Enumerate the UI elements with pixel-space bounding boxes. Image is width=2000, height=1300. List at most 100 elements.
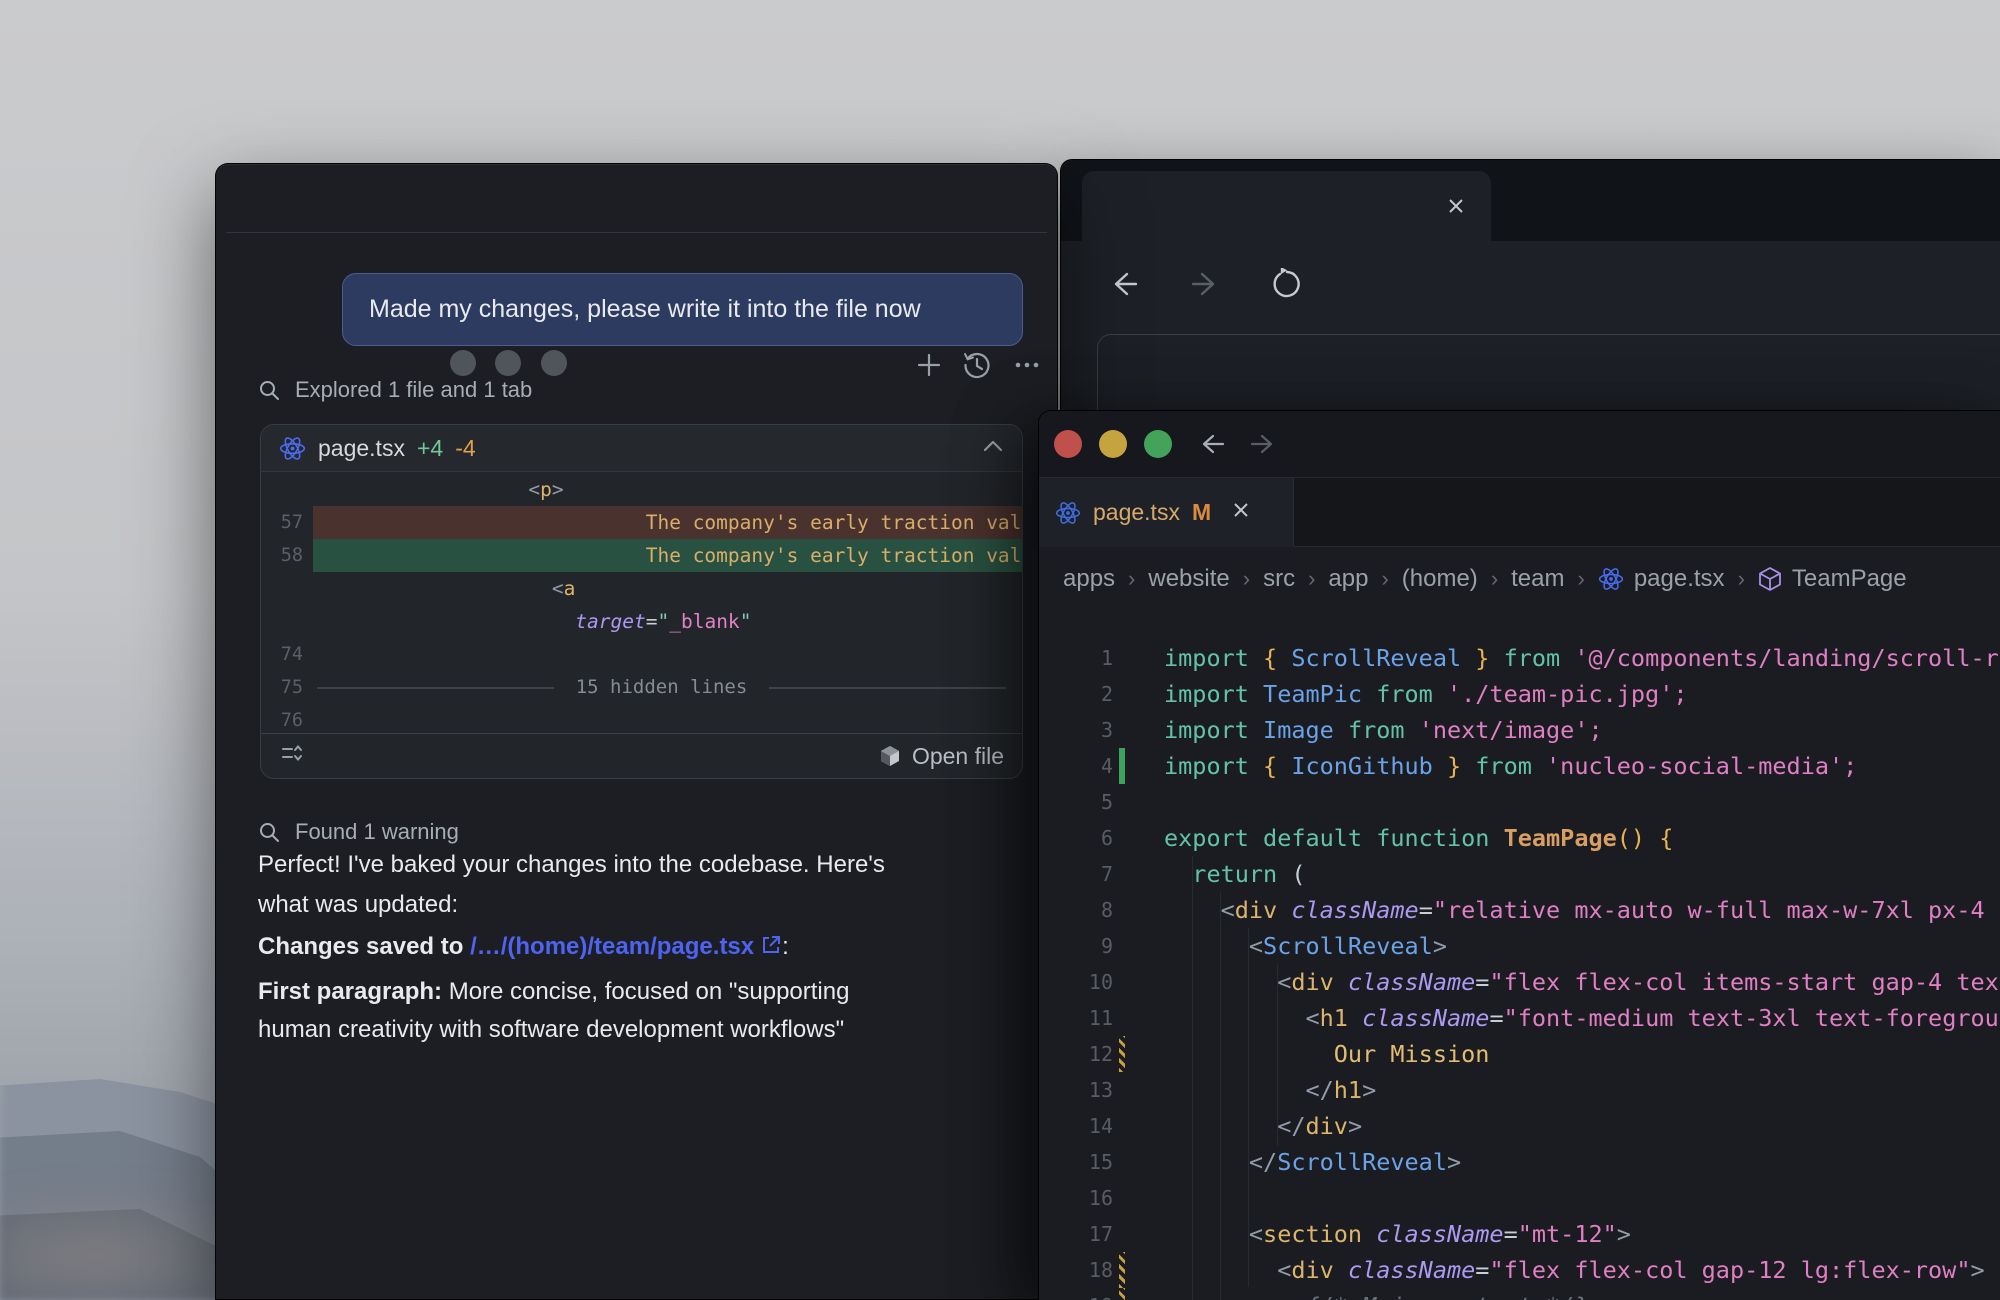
line-number: 13 <box>1039 1072 1113 1108</box>
code-line[interactable]: 13 </h1> <box>1039 1072 2000 1108</box>
breadcrumb-separator: › <box>1243 566 1250 592</box>
code-text: <h1 className="font-medium text-3xl text… <box>1125 1000 2000 1036</box>
code-text: import { IconGithub } from 'nucleo-socia… <box>1125 748 1857 784</box>
open-file-button[interactable]: Open file <box>878 743 1004 770</box>
user-message-bubble: Made my changes, please write it into th… <box>342 273 1023 346</box>
breadcrumb-separator: › <box>1128 566 1135 592</box>
code-line[interactable]: 18 <div className="flex flex-col gap-12 … <box>1039 1252 2000 1288</box>
tab-close-icon[interactable] <box>1443 193 1469 219</box>
diff-code-block: <p>57 The company's early traction valid… <box>261 473 1022 737</box>
desktop: Made my changes, please write it into th… <box>0 0 2000 1300</box>
breadcrumb: apps›website›src›app›(home)›team›page.ts… <box>1039 547 2000 611</box>
hidden-lines-label[interactable]: 15 hidden lines <box>576 671 748 704</box>
breadcrumb-label: (home) <box>1402 565 1478 593</box>
diff-line-code: The company's early traction validated <box>303 506 1022 539</box>
window-minimize-button[interactable] <box>1099 430 1127 458</box>
react-icon <box>1055 500 1081 526</box>
react-icon <box>1598 566 1624 592</box>
breadcrumb-item-src[interactable]: src <box>1263 565 1295 593</box>
breadcrumb-item-teampage[interactable]: TeamPage <box>1758 565 1907 593</box>
tab-close-icon[interactable] <box>1231 500 1251 525</box>
editor-tab-bar: page.tsx M <box>1039 477 2000 547</box>
breadcrumb-item-apps[interactable]: apps <box>1063 565 1115 593</box>
window-minimize-button[interactable] <box>495 350 521 376</box>
breadcrumb-item-website[interactable]: website <box>1148 565 1229 593</box>
code-line[interactable]: 6export default function TeamPage() { <box>1039 820 2000 856</box>
breadcrumb-separator: › <box>1578 566 1585 592</box>
diff-row: <p> <box>261 473 1022 506</box>
code-line[interactable]: 8 <div className="relative mx-auto w-ful… <box>1039 892 2000 928</box>
changes-saved-label: Changes saved to <box>258 933 470 960</box>
breadcrumb-label: team <box>1511 565 1564 593</box>
browser-forward-button[interactable] <box>1188 266 1224 302</box>
line-number: 15 <box>1039 1144 1113 1180</box>
line-number: 9 <box>1039 928 1113 964</box>
code-text: <ScrollReveal> <box>1125 928 1447 964</box>
browser-tab[interactable] <box>1082 171 1491 241</box>
code-line[interactable]: 10 <div className="flex flex-col items-s… <box>1039 964 2000 1000</box>
code-line[interactable]: 1import { ScrollReveal } from '@/compone… <box>1039 640 2000 676</box>
code-lines: 1import { ScrollReveal } from '@/compone… <box>1039 640 2000 1300</box>
code-line[interactable]: 16 <box>1039 1180 2000 1216</box>
code-line[interactable]: 19 {/* Main content */} <box>1039 1288 2000 1300</box>
code-text: </div> <box>1125 1108 1362 1144</box>
code-line[interactable]: 11 <h1 className="font-medium text-3xl t… <box>1039 1000 2000 1036</box>
file-link[interactable]: /…/(home)/team/page.tsx <box>470 933 754 960</box>
line-number: 7 <box>1039 856 1113 892</box>
new-chat-button[interactable] <box>911 347 947 383</box>
code-line[interactable]: 17 <section className="mt-12"> <box>1039 1216 2000 1252</box>
changes-saved-line: Changes saved to /…/(home)/team/page.tsx… <box>258 927 789 969</box>
code-text <box>1125 784 1164 820</box>
diff-row: target="_blank" <box>261 605 1022 638</box>
window-close-button[interactable] <box>1054 430 1082 458</box>
explored-status-text: Explored 1 file and 1 tab <box>295 377 532 403</box>
code-line[interactable]: 4import { IconGithub } from 'nucleo-soci… <box>1039 748 2000 784</box>
code-line[interactable]: 5 <box>1039 784 2000 820</box>
code-line[interactable]: 15 </ScrollReveal> <box>1039 1144 2000 1180</box>
code-line[interactable]: 9 <ScrollReveal> <box>1039 928 2000 964</box>
browser-tab-strip <box>1061 160 2000 241</box>
browser-back-button[interactable] <box>1105 266 1141 302</box>
diff-line-number: 74 <box>261 638 303 671</box>
breadcrumb-item-home[interactable]: (home) <box>1402 565 1478 593</box>
titlebar-divider <box>226 232 1047 233</box>
line-number: 8 <box>1039 892 1113 928</box>
code-text: {/* Main content */} <box>1125 1288 1588 1300</box>
diff-line-code <box>303 704 1022 737</box>
diff-row: 58 The company's early traction validate… <box>261 539 1022 572</box>
breadcrumb-item-app[interactable]: app <box>1328 565 1368 593</box>
diff-line-code <box>303 638 1022 671</box>
explored-status[interactable]: Explored 1 file and 1 tab <box>258 377 532 403</box>
diff-line-number <box>261 605 303 638</box>
line-number: 2 <box>1039 676 1113 712</box>
code-text <box>1125 1180 1164 1216</box>
breadcrumb-label: src <box>1263 565 1295 593</box>
editor-forward-button[interactable] <box>1246 426 1282 462</box>
line-number: 16 <box>1039 1180 1113 1216</box>
warning-status[interactable]: Found 1 warning <box>258 819 459 845</box>
code-text: import Image from 'next/image'; <box>1125 712 1603 748</box>
code-line[interactable]: 7 return ( <box>1039 856 2000 892</box>
tab-page-tsx[interactable]: page.tsx M <box>1039 478 1294 547</box>
code-line[interactable]: 14 </div> <box>1039 1108 2000 1144</box>
code-line[interactable]: 2import TeamPic from './team-pic.jpg'; <box>1039 676 2000 712</box>
chevron-up-icon[interactable] <box>982 439 1004 458</box>
diff-card-header[interactable]: page.tsx +4 -4 <box>261 425 1022 472</box>
code-line[interactable]: 12 Our Mission <box>1039 1036 2000 1072</box>
browser-reload-button[interactable] <box>1269 266 1305 302</box>
window-zoom-button[interactable] <box>1144 430 1172 458</box>
breadcrumb-item-team[interactable]: team <box>1511 565 1564 593</box>
line-number: 10 <box>1039 964 1113 1000</box>
window-zoom-button[interactable] <box>541 350 567 376</box>
diff-card: page.tsx +4 -4 <p>57 The company's early… <box>260 424 1023 779</box>
external-link-icon[interactable] <box>760 929 782 969</box>
editor-back-button[interactable] <box>1193 426 1229 462</box>
code-editor[interactable]: 1import { ScrollReveal } from '@/compone… <box>1039 640 2000 1300</box>
history-button[interactable] <box>959 347 995 383</box>
code-line[interactable]: 3import Image from 'next/image'; <box>1039 712 2000 748</box>
more-options-button[interactable] <box>1009 347 1045 383</box>
window-close-button[interactable] <box>450 350 476 376</box>
expand-lines-icon[interactable] <box>279 740 305 772</box>
code-text: <div className="flex flex-col items-star… <box>1125 964 2000 1000</box>
breadcrumb-item-pagetsx[interactable]: page.tsx <box>1598 565 1725 593</box>
